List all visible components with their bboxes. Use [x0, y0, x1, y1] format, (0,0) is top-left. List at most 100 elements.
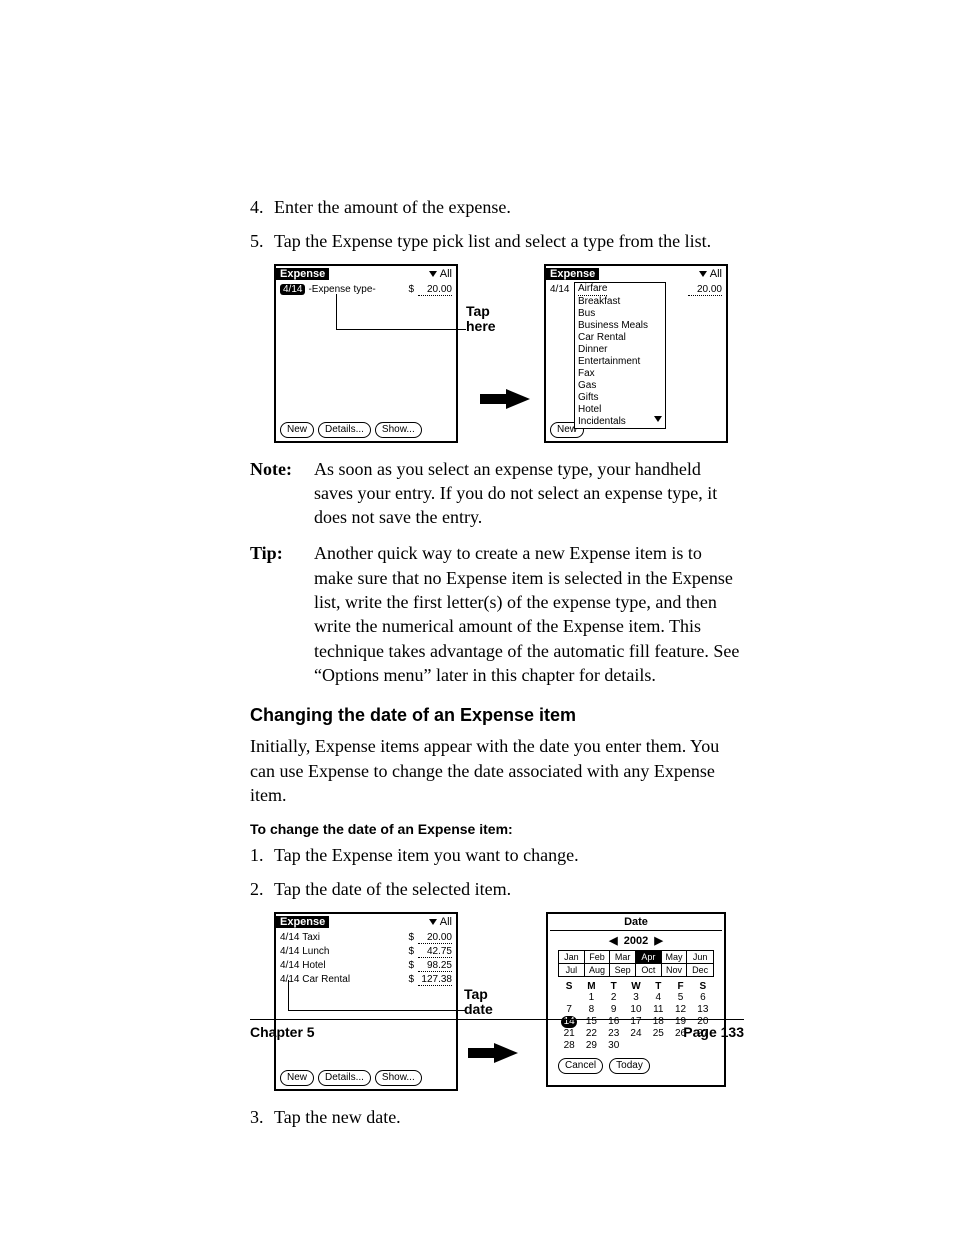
expense-row[interactable]: 4/14 Lunch$42.75 [280, 946, 452, 958]
details-button[interactable]: Details... [318, 1070, 371, 1086]
details-button[interactable]: Details... [318, 422, 371, 438]
day-cell[interactable]: 5 [669, 992, 691, 1004]
step-text: Enter the amount of the expense. [274, 195, 744, 219]
expense-date: 4/14 [280, 284, 305, 295]
month-cell[interactable]: Apr [636, 951, 662, 964]
new-button[interactable]: New [280, 422, 314, 438]
day-cell[interactable]: 2 [603, 992, 625, 1004]
next-year-icon[interactable]: ▶ [654, 935, 662, 947]
cancel-button[interactable]: Cancel [558, 1058, 603, 1074]
expense-row[interactable]: 4/14 Taxi$20.00 [280, 932, 452, 944]
day-cell[interactable]: 1 [580, 992, 602, 1004]
month-cell[interactable]: Sep [610, 964, 636, 976]
expense-row[interactable]: 4/14 Car Rental$127.38 [280, 974, 452, 986]
type-option[interactable]: Dinner [575, 344, 665, 356]
month-cell[interactable]: Dec [687, 964, 713, 976]
day-cell [669, 1040, 691, 1052]
day-cell[interactable]: 28 [558, 1040, 580, 1052]
expense-row[interactable]: 4/14 Hotel$98.25 [280, 960, 452, 972]
note-label: Note: [250, 457, 314, 530]
procedure-heading: To change the date of an Expense item: [250, 821, 744, 837]
step-number: 2. [250, 877, 274, 901]
day-cell [625, 1040, 647, 1052]
day-cell[interactable]: 8 [580, 1004, 602, 1016]
type-option[interactable]: Business Meals [575, 320, 665, 332]
day-cell[interactable]: 29 [580, 1040, 602, 1052]
tip-text: Another quick way to create a new Expens… [314, 541, 744, 687]
month-cell[interactable]: Feb [585, 951, 611, 964]
filter-picker[interactable]: All [429, 268, 456, 280]
month-cell[interactable]: Nov [662, 964, 688, 976]
app-title: Expense [276, 916, 329, 928]
step-number: 3. [250, 1105, 274, 1129]
note-block: Note: As soon as you select an expense t… [250, 457, 744, 530]
day-cell[interactable]: 3 [625, 992, 647, 1004]
tip-block: Tip: Another quick way to create a new E… [250, 541, 744, 687]
show-button[interactable]: Show... [375, 422, 422, 438]
currency-label: $ [408, 974, 414, 986]
type-option[interactable]: Gas [575, 380, 665, 392]
type-option[interactable]: Incidentals [575, 416, 665, 428]
expense-screen-list: Expense All 4/14 Taxi$20.004/14 Lunch$42… [274, 912, 458, 1091]
dow-label: S [692, 981, 714, 992]
month-cell[interactable]: Jan [559, 951, 585, 964]
month-cell[interactable]: May [662, 951, 688, 964]
expense-date[interactable]: 4/14 [280, 946, 299, 957]
amount-field[interactable]: 127.38 [418, 974, 452, 986]
day-cell[interactable]: 11 [647, 1004, 669, 1016]
year-row: ◀ 2002 ▶ [550, 934, 722, 947]
month-cell[interactable]: Jun [687, 951, 713, 964]
expense-date[interactable]: 4/14 [280, 960, 299, 971]
today-button[interactable]: Today [609, 1058, 650, 1074]
expense-date[interactable]: 4/14 [280, 932, 299, 943]
dow-label: M [580, 981, 602, 992]
type-option[interactable]: Entertainment [575, 356, 665, 368]
type-option[interactable]: Fax [575, 368, 665, 380]
type-option[interactable]: Hotel [575, 404, 665, 416]
step-number: 4. [250, 195, 274, 219]
expense-date[interactable]: 4/14 [280, 974, 299, 985]
day-cell[interactable]: 10 [625, 1004, 647, 1016]
dow-label: S [558, 981, 580, 992]
day-cell[interactable]: 12 [669, 1004, 691, 1016]
step-number: 1. [250, 843, 274, 867]
month-cell[interactable]: Oct [636, 964, 662, 976]
prev-year-icon[interactable]: ◀ [609, 935, 617, 947]
section-heading: Changing the date of an Expense item [250, 705, 744, 726]
show-button[interactable]: Show... [375, 1070, 422, 1086]
filter-picker[interactable]: All [699, 268, 726, 280]
month-cell[interactable]: Mar [610, 951, 636, 964]
amount-field[interactable]: 20.00 [418, 284, 452, 296]
day-cell[interactable]: 6 [692, 992, 714, 1004]
section-paragraph: Initially, Expense items appear with the… [250, 734, 744, 807]
app-title: Expense [276, 268, 329, 280]
month-cell[interactable]: Jul [559, 964, 585, 976]
currency-label: $ [408, 960, 414, 972]
type-option[interactable]: Car Rental [575, 332, 665, 344]
filter-picker[interactable]: All [429, 916, 456, 928]
day-cell[interactable]: 7 [558, 1004, 580, 1016]
type-option[interactable]: Breakfast [575, 296, 665, 308]
step-1: 1. Tap the Expense item you want to chan… [250, 843, 744, 867]
type-option[interactable]: Bus [575, 308, 665, 320]
figure-expense-type: Expense All 4/14 -Expense type- $ 20.00 [274, 264, 744, 443]
scroll-down-icon[interactable] [654, 416, 662, 422]
day-cell[interactable]: 9 [603, 1004, 625, 1016]
amount-field[interactable]: 20.00 [418, 932, 452, 944]
amount-field[interactable]: 42.75 [418, 946, 452, 958]
type-option[interactable]: Gifts [575, 392, 665, 404]
day-cell[interactable]: 13 [692, 1004, 714, 1016]
day-cell [647, 1040, 669, 1052]
day-cell[interactable]: 4 [647, 992, 669, 1004]
expense-screen-typelist: Expense All 4/14 20.00 Airfare Breakfast… [544, 264, 728, 443]
new-button[interactable]: New [280, 1070, 314, 1086]
expense-name: Taxi [302, 932, 320, 943]
expense-type-list[interactable]: Airfare Breakfast Bus Business Meals Car… [574, 282, 666, 429]
type-option[interactable]: Airfare [575, 283, 665, 296]
expense-type-placeholder[interactable]: -Expense type- [308, 284, 375, 295]
step-5: 5. Tap the Expense type pick list and se… [250, 229, 744, 253]
day-cell[interactable]: 30 [603, 1040, 625, 1052]
month-cell[interactable]: Aug [585, 964, 611, 976]
amount-field[interactable]: 98.25 [418, 960, 452, 972]
expense-row[interactable]: 4/14 -Expense type- $ 20.00 [280, 284, 452, 296]
